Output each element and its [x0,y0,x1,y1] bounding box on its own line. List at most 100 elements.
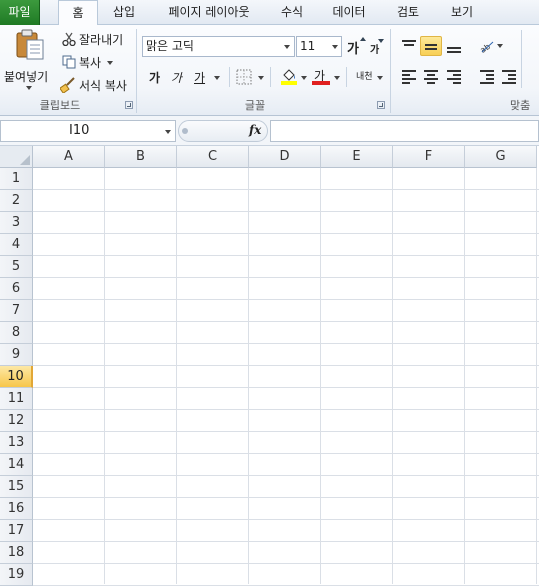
tab-5[interactable]: 데이터 [322,0,376,25]
italic-button[interactable]: 가 [171,69,182,86]
formula-input[interactable] [270,120,539,142]
column-header-f[interactable]: F [393,146,465,168]
column-gridline [176,168,177,584]
row-header-9[interactable]: 9 [0,344,33,366]
border-dropdown-icon[interactable] [258,76,264,80]
row-header-2[interactable]: 2 [0,190,33,212]
fill-color-icon[interactable] [281,67,297,85]
column-header-d[interactable]: D [249,146,321,168]
bold-button[interactable]: 가 [149,69,160,86]
column-gridline [392,168,393,584]
decrease-indent-button[interactable] [476,66,498,86]
fill-color-dropdown-icon[interactable] [301,76,307,80]
column-header-e[interactable]: E [321,146,393,168]
toolbar-separator [346,67,347,87]
font-name-dropdown-icon[interactable] [284,45,290,49]
font-color-button[interactable]: 가 [312,67,330,85]
font-color-dropdown-icon[interactable] [334,76,340,80]
tab-0[interactable]: 파일 [0,0,40,25]
row-header-11[interactable]: 11 [0,388,33,410]
clipboard-launcher-icon[interactable] [125,101,133,109]
row-header-1[interactable]: 1 [0,168,33,190]
tab-2[interactable]: 삽입 [104,0,144,25]
phonetic-dropdown-icon[interactable] [377,76,383,80]
copy-dropdown-icon[interactable] [107,61,113,65]
phonetic-button[interactable]: 내천 [356,69,373,82]
align-middle-icon [421,37,441,57]
copy-button[interactable]: 복사 [79,54,101,71]
row-gridline [33,211,539,212]
row-gridline [33,519,539,520]
font-size-combo[interactable]: 11 [296,36,342,57]
paste-button[interactable]: 붙여넣기 [4,29,54,91]
column-header-a[interactable]: A [33,146,105,168]
group-separator [390,29,391,113]
row-header-5[interactable]: 5 [0,256,33,278]
row-gridline [33,563,539,564]
name-box-dropdown-icon[interactable] [165,130,171,134]
toolbar-separator [270,67,271,87]
font-launcher-icon[interactable] [377,101,385,109]
resize-handle-icon[interactable] [182,128,188,134]
tab-1[interactable]: 홈 [58,0,98,26]
column-gridline [536,168,537,584]
font-name-combo[interactable]: 맑은 고딕 [142,36,295,57]
tab-6[interactable]: 검토 [388,0,428,25]
select-all-button[interactable] [0,146,33,168]
orientation-dropdown-icon[interactable] [497,44,503,48]
underline-dropdown-icon[interactable] [214,76,220,80]
paste-dropdown-icon[interactable] [26,86,32,90]
row-header-13[interactable]: 13 [0,432,33,454]
ribbon-tab-bar: 파일 홈 삽입 페이지 레이아웃 수식 데이터 검토 보기 [0,0,539,26]
row-gridline [33,299,539,300]
align-right-button[interactable] [443,66,465,86]
row-header-15[interactable]: 15 [0,476,33,498]
row-header-17[interactable]: 17 [0,520,33,542]
row-header-4[interactable]: 4 [0,234,33,256]
row-header-14[interactable]: 14 [0,454,33,476]
align-top-button[interactable] [398,36,420,56]
insert-function-button[interactable]: fx [249,123,261,137]
format-painter-icon [60,77,75,93]
column-gridline [104,168,105,584]
row-header-18[interactable]: 18 [0,542,33,564]
underline-button[interactable]: 가 [194,69,205,86]
grow-font-button[interactable]: 가 [347,38,359,57]
tab-3[interactable]: 페이지 레이아웃 [160,0,258,25]
column-header-b[interactable]: B [105,146,177,168]
formula-bar: I10 fx [0,116,539,146]
tab-7[interactable]: 보기 [442,0,482,25]
column-gridline [320,168,321,584]
name-box-value: I10 [69,123,90,138]
font-group-label: 글꼴 [244,99,266,112]
row-header-8[interactable]: 8 [0,322,33,344]
row-header-6[interactable]: 6 [0,278,33,300]
row-header-16[interactable]: 16 [0,498,33,520]
format-painter-button[interactable]: 서식 복사 [79,77,127,94]
row-gridline [33,541,539,542]
align-top-icon [398,36,420,50]
column-header-g[interactable]: G [465,146,537,168]
shrink-font-button[interactable]: 가 [370,41,379,56]
cut-button[interactable]: 잘라내기 [79,31,123,48]
row-header-12[interactable]: 12 [0,410,33,432]
align-bottom-button[interactable] [443,36,465,56]
align-middle-button[interactable] [420,36,442,56]
font-size-dropdown-icon[interactable] [332,45,338,49]
row-header-7[interactable]: 7 [0,300,33,322]
row-gridline [33,277,539,278]
align-left-button[interactable] [398,66,420,86]
grow-font-arrow-icon [360,37,366,41]
name-box[interactable]: I10 [0,120,176,142]
increase-indent-button[interactable] [498,66,520,86]
row-gridline [33,343,539,344]
row-header-10[interactable]: 10 [0,366,33,388]
row-header-3[interactable]: 3 [0,212,33,234]
border-icon[interactable] [236,69,252,85]
tab-4[interactable]: 수식 [272,0,312,25]
orientation-icon[interactable]: ab [478,38,496,54]
align-center-button[interactable] [420,66,442,86]
align-right-icon [443,66,465,88]
column-header-c[interactable]: C [177,146,249,168]
row-header-19[interactable]: 19 [0,564,33,586]
